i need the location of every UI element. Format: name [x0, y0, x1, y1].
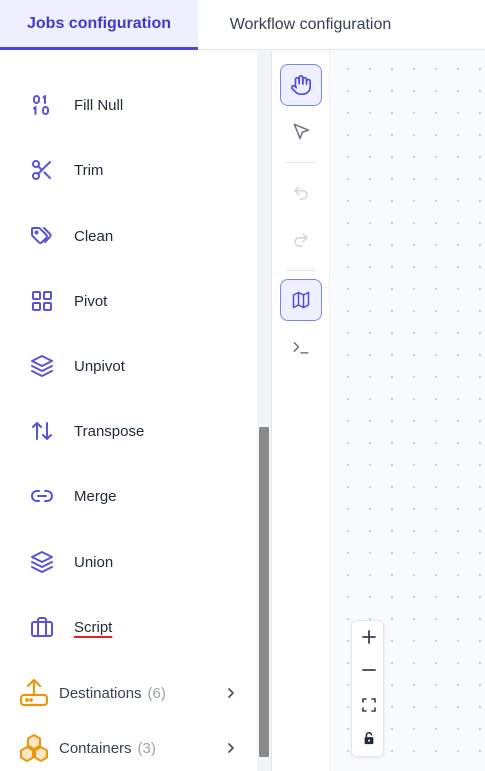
zoom-controls [351, 620, 384, 757]
group-count: (6) [147, 684, 166, 702]
undo-button[interactable] [280, 172, 322, 214]
sidebar-scrollbar[interactable] [257, 50, 271, 771]
sidebar-item-merge[interactable]: Merge [0, 469, 255, 523]
tab-workflow-configuration[interactable]: Workflow configuration [198, 0, 423, 50]
terminal-icon [293, 342, 309, 354]
sidebar-item-clean[interactable]: Clean [0, 209, 255, 263]
lock-button[interactable] [352, 722, 385, 754]
pointer-icon [293, 123, 310, 140]
group-destinations[interactable]: Destinations (6) [0, 673, 255, 713]
fit-view-icon [361, 698, 376, 712]
upload-icon [19, 678, 49, 707]
chevron-right-icon[interactable] [224, 686, 238, 700]
redo-button[interactable] [280, 219, 322, 261]
sidebar-item-label: Transpose [74, 422, 145, 440]
arrows-up-down-icon [32, 422, 52, 440]
sidebar-item-label: Trim [74, 161, 104, 179]
zoom-in-button[interactable] [352, 621, 385, 653]
console-button[interactable] [280, 326, 322, 368]
scissors-icon [32, 160, 51, 180]
sidebar-item-fill-null[interactable]: Fill Null [0, 78, 255, 132]
canvas-toolbar [272, 50, 330, 771]
layers-icon [31, 355, 53, 377]
select-tool-button[interactable] [280, 110, 322, 152]
sidebar-item-union[interactable]: Union [0, 535, 255, 589]
tags-icon [31, 227, 52, 244]
boxes-icon [20, 734, 48, 762]
tab-jobs-configuration[interactable]: Jobs configuration [0, 0, 198, 50]
sidebar-item-trim[interactable]: Trim [0, 143, 255, 197]
grid-icon [32, 291, 52, 311]
sidebar-item-label: Merge [74, 487, 117, 505]
layers-icon [31, 551, 53, 573]
hand-icon [291, 75, 311, 95]
link-icon [31, 490, 53, 502]
chevron-right-icon[interactable] [224, 741, 238, 755]
briefcase-icon [31, 617, 53, 637]
sidebar-item-label: Unpivot [74, 357, 125, 375]
zoom-out-button[interactable] [352, 654, 385, 686]
group-label: Destinations (6) [59, 684, 166, 702]
sidebar-item-label: Script [74, 618, 113, 636]
group-containers[interactable]: Containers (3) [0, 728, 255, 768]
redo-icon [294, 233, 308, 247]
group-label: Containers (3) [59, 739, 156, 757]
sidebar-item-label: Clean [74, 227, 114, 245]
fit-view-button[interactable] [352, 689, 385, 721]
sidebar-item-label: Union [74, 553, 114, 571]
sidebar-item-label: Pivot [74, 292, 108, 310]
toolbar-divider [286, 270, 316, 271]
toolbar-divider [286, 162, 316, 163]
zoom-in-icon [361, 630, 376, 644]
pan-tool-button[interactable] [280, 64, 322, 106]
tab-bar: Jobs configuration Workflow configuratio… [0, 0, 485, 50]
map-icon [292, 291, 310, 309]
minimap-button[interactable] [280, 279, 322, 321]
sidebar-item-transpose[interactable]: Transpose [0, 404, 255, 458]
zoom-out-icon [361, 669, 376, 671]
sidebar-item-label: Fill Null [74, 96, 124, 114]
undo-icon [294, 186, 308, 200]
sidebar-item-script[interactable]: Script [0, 600, 255, 654]
group-count: (3) [137, 739, 156, 757]
scrollbar-thumb[interactable] [259, 427, 269, 757]
lock-icon [364, 732, 373, 745]
transformations-sidebar: Fill Null Trim Clean Pivot Unpivot Trans… [0, 50, 272, 771]
fill-null-icon [33, 95, 49, 115]
sidebar-item-unpivot[interactable]: Unpivot [0, 339, 255, 393]
sidebar-item-pivot[interactable]: Pivot [0, 274, 255, 328]
